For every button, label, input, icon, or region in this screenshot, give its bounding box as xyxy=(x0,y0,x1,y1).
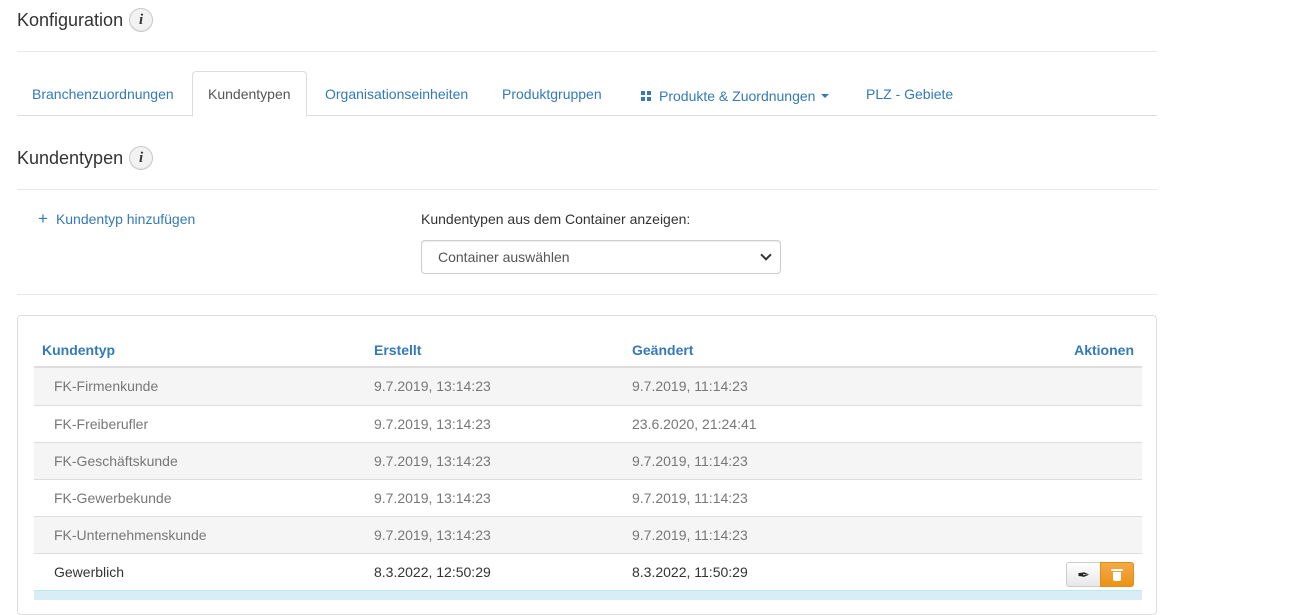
cell-geaendert: 9.7.2019, 11:14:23 xyxy=(632,490,748,506)
tab-produkte-zuordnungen[interactable]: Produkte & Zuordnungen xyxy=(626,73,844,118)
table-body: FK-Firmenkunde 9.7.2019, 13:14:23 9.7.20… xyxy=(34,368,1142,600)
add-kundentyp-label: Kundentyp hinzufügen xyxy=(55,211,196,227)
table-row[interactable]: FK-Firmenkunde 9.7.2019, 13:14:23 9.7.20… xyxy=(34,368,1142,405)
tab-plz-gebiete[interactable]: PLZ - Gebiete xyxy=(851,71,968,116)
tab-label: PLZ - Gebiete xyxy=(866,85,954,102)
column-header-erstellt[interactable]: Erstellt xyxy=(374,342,421,358)
section-header: Kundentypen i xyxy=(17,146,154,170)
divider xyxy=(17,294,1157,295)
info-icon[interactable]: i xyxy=(129,146,154,170)
cell-erstellt: 9.7.2019, 13:14:23 xyxy=(374,527,491,543)
cell-kundentyp: FK-Firmenkunde xyxy=(54,378,159,394)
cell-erstellt: 9.7.2019, 13:14:23 xyxy=(374,453,491,469)
tab-kundentypen[interactable]: Kundentypen xyxy=(192,71,307,117)
tab-label: Produktgruppen xyxy=(502,85,602,102)
cell-erstellt: 9.7.2019, 13:14:23 xyxy=(374,490,491,506)
cell-geaendert: 9.7.2019, 11:14:23 xyxy=(632,453,748,469)
chevron-down-icon xyxy=(760,249,772,261)
column-header-geaendert[interactable]: Geändert xyxy=(632,342,693,358)
column-header-aktionen: Aktionen xyxy=(1074,342,1134,358)
kundentypen-panel: Kundentyp Erstellt Geändert Aktionen FK-… xyxy=(17,315,1157,615)
tab-label: Organisationseinheiten xyxy=(325,85,469,102)
delete-button[interactable] xyxy=(1100,562,1134,587)
row-actions: ✒ xyxy=(1066,562,1134,587)
cell-kundentyp: FK-Geschäftskunde xyxy=(54,453,178,469)
page-header: Konfiguration i xyxy=(17,8,154,32)
section-title: Kundentypen xyxy=(17,147,124,168)
info-icon[interactable]: i xyxy=(129,8,154,32)
tab-label: Kundentypen xyxy=(208,86,291,102)
table-row[interactable]: Gewerblich 8.3.2022, 12:50:29 8.3.2022, … xyxy=(34,553,1142,590)
table-row[interactable]: FK-Geschäftskunde 9.7.2019, 13:14:23 9.7… xyxy=(34,442,1142,479)
plus-icon: + xyxy=(38,209,48,228)
grid-icon xyxy=(641,90,651,101)
cell-geaendert: 8.3.2022, 11:50:29 xyxy=(632,564,748,580)
page-title: Konfiguration xyxy=(17,9,124,30)
column-header-kundentyp[interactable]: Kundentyp xyxy=(42,342,115,358)
cell-geaendert: 9.7.2019, 11:14:23 xyxy=(632,378,748,394)
add-kundentyp-button[interactable]: + Kundentyp hinzufügen xyxy=(38,209,196,228)
table-header: Kundentyp Erstellt Geändert Aktionen xyxy=(34,330,1142,368)
container-select[interactable]: Container auswählen xyxy=(421,240,781,274)
edit-button[interactable]: ✒ xyxy=(1066,562,1100,587)
quill-icon: ✒ xyxy=(1077,565,1090,584)
container-label: Kundentypen aus dem Container anzeigen: xyxy=(421,211,691,227)
table-row[interactable]: FK-Gewerbekunde 9.7.2019, 13:14:23 9.7.2… xyxy=(34,479,1142,516)
cell-kundentyp: FK-Gewerbekunde xyxy=(54,490,172,506)
cell-kundentyp: Gewerblich xyxy=(54,564,125,580)
cell-geaendert: 9.7.2019, 11:14:23 xyxy=(632,527,748,543)
cell-erstellt: 9.7.2019, 13:14:23 xyxy=(374,378,491,394)
tab-label: Produkte & Zuordnungen xyxy=(659,87,816,104)
divider xyxy=(17,51,1157,52)
cell-erstellt: 8.3.2022, 12:50:29 xyxy=(374,564,491,580)
cell-kundentyp: FK-Unternehmenskunde xyxy=(54,527,207,543)
table-row[interactable]: FK-Freiberufler 9.7.2019, 13:14:23 23.6.… xyxy=(34,405,1142,442)
cell-geaendert: 23.6.2020, 21:24:41 xyxy=(632,416,757,432)
tab-organisationseinheiten[interactable]: Organisationseinheiten xyxy=(310,71,483,116)
divider xyxy=(17,189,1157,190)
tab-label: Branchenzuordnungen xyxy=(32,85,174,102)
trash-icon xyxy=(1111,568,1123,581)
tab-produktgruppen[interactable]: Produktgruppen xyxy=(487,71,617,116)
table-row[interactable] xyxy=(34,590,1142,600)
tab-bar: Branchenzuordnungen Kundentypen Organisa… xyxy=(17,71,1157,118)
cell-kundentyp: FK-Freiberufler xyxy=(54,416,149,432)
cell-erstellt: 9.7.2019, 13:14:23 xyxy=(374,416,491,432)
container-select-value: Container auswählen xyxy=(438,249,570,265)
caret-down-icon xyxy=(821,93,830,98)
tab-branchenzuordnungen[interactable]: Branchenzuordnungen xyxy=(17,71,189,116)
kundentypen-table: Kundentyp Erstellt Geändert Aktionen FK-… xyxy=(34,330,1142,600)
table-row[interactable]: FK-Unternehmenskunde 9.7.2019, 13:14:23 … xyxy=(34,516,1142,553)
